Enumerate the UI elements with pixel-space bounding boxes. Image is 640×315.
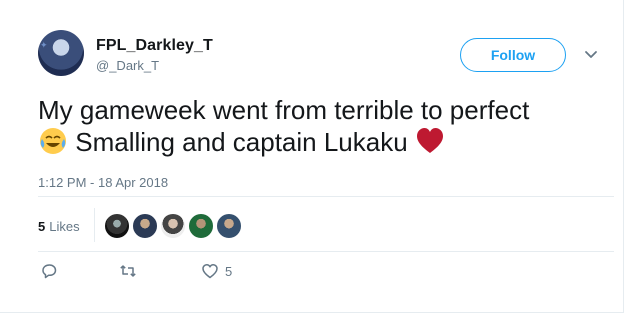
stats-vertical-divider: [94, 208, 95, 242]
chevron-down-icon[interactable]: [583, 46, 599, 62]
tweet-text-line-1: My gameweek went from terrible to perfec…: [38, 95, 530, 125]
liker-avatar[interactable]: [188, 213, 214, 239]
avatar-sparkle-icon: ✦: [40, 40, 48, 50]
retweet-icon[interactable]: [119, 262, 137, 280]
stats-top-divider: [38, 196, 614, 197]
liker-avatar[interactable]: [104, 213, 130, 239]
retweet-action[interactable]: [119, 262, 143, 280]
follow-button[interactable]: Follow: [460, 38, 566, 72]
like-count: 5: [225, 263, 233, 279]
reply-action[interactable]: [40, 262, 64, 280]
likes-stat[interactable]: 5 Likes: [38, 219, 80, 234]
tweet-card: ✦ FPL_Darkley_T @_Dark_T Follow My gamew…: [0, 0, 624, 313]
liker-avatar[interactable]: [160, 213, 186, 239]
red-heart-icon: [416, 128, 443, 153]
reply-icon[interactable]: [40, 262, 58, 280]
liker-avatar[interactable]: [216, 213, 242, 239]
author-avatar[interactable]: ✦: [38, 30, 84, 76]
stats-bottom-divider: [38, 251, 614, 252]
like-action[interactable]: 5: [201, 262, 232, 280]
tweet-text-line-2: Smalling and captain Lukaku: [38, 126, 598, 158]
face-with-tears-of-joy-icon: [40, 128, 66, 154]
author-handle[interactable]: @_Dark_T: [96, 58, 159, 73]
likes-count: 5: [38, 219, 46, 234]
author-display-name[interactable]: FPL_Darkley_T: [96, 37, 213, 55]
tweet-text: My gameweek went from terrible to perfec…: [38, 94, 598, 158]
liker-avatar[interactable]: [132, 213, 158, 239]
heart-icon[interactable]: [201, 262, 219, 280]
tweet-text-line-2-words: Smalling and captain Lukaku: [75, 127, 408, 157]
likes-label: Likes: [49, 219, 80, 234]
tweet-timestamp[interactable]: 1:12 PM - 18 Apr 2018: [38, 175, 168, 190]
